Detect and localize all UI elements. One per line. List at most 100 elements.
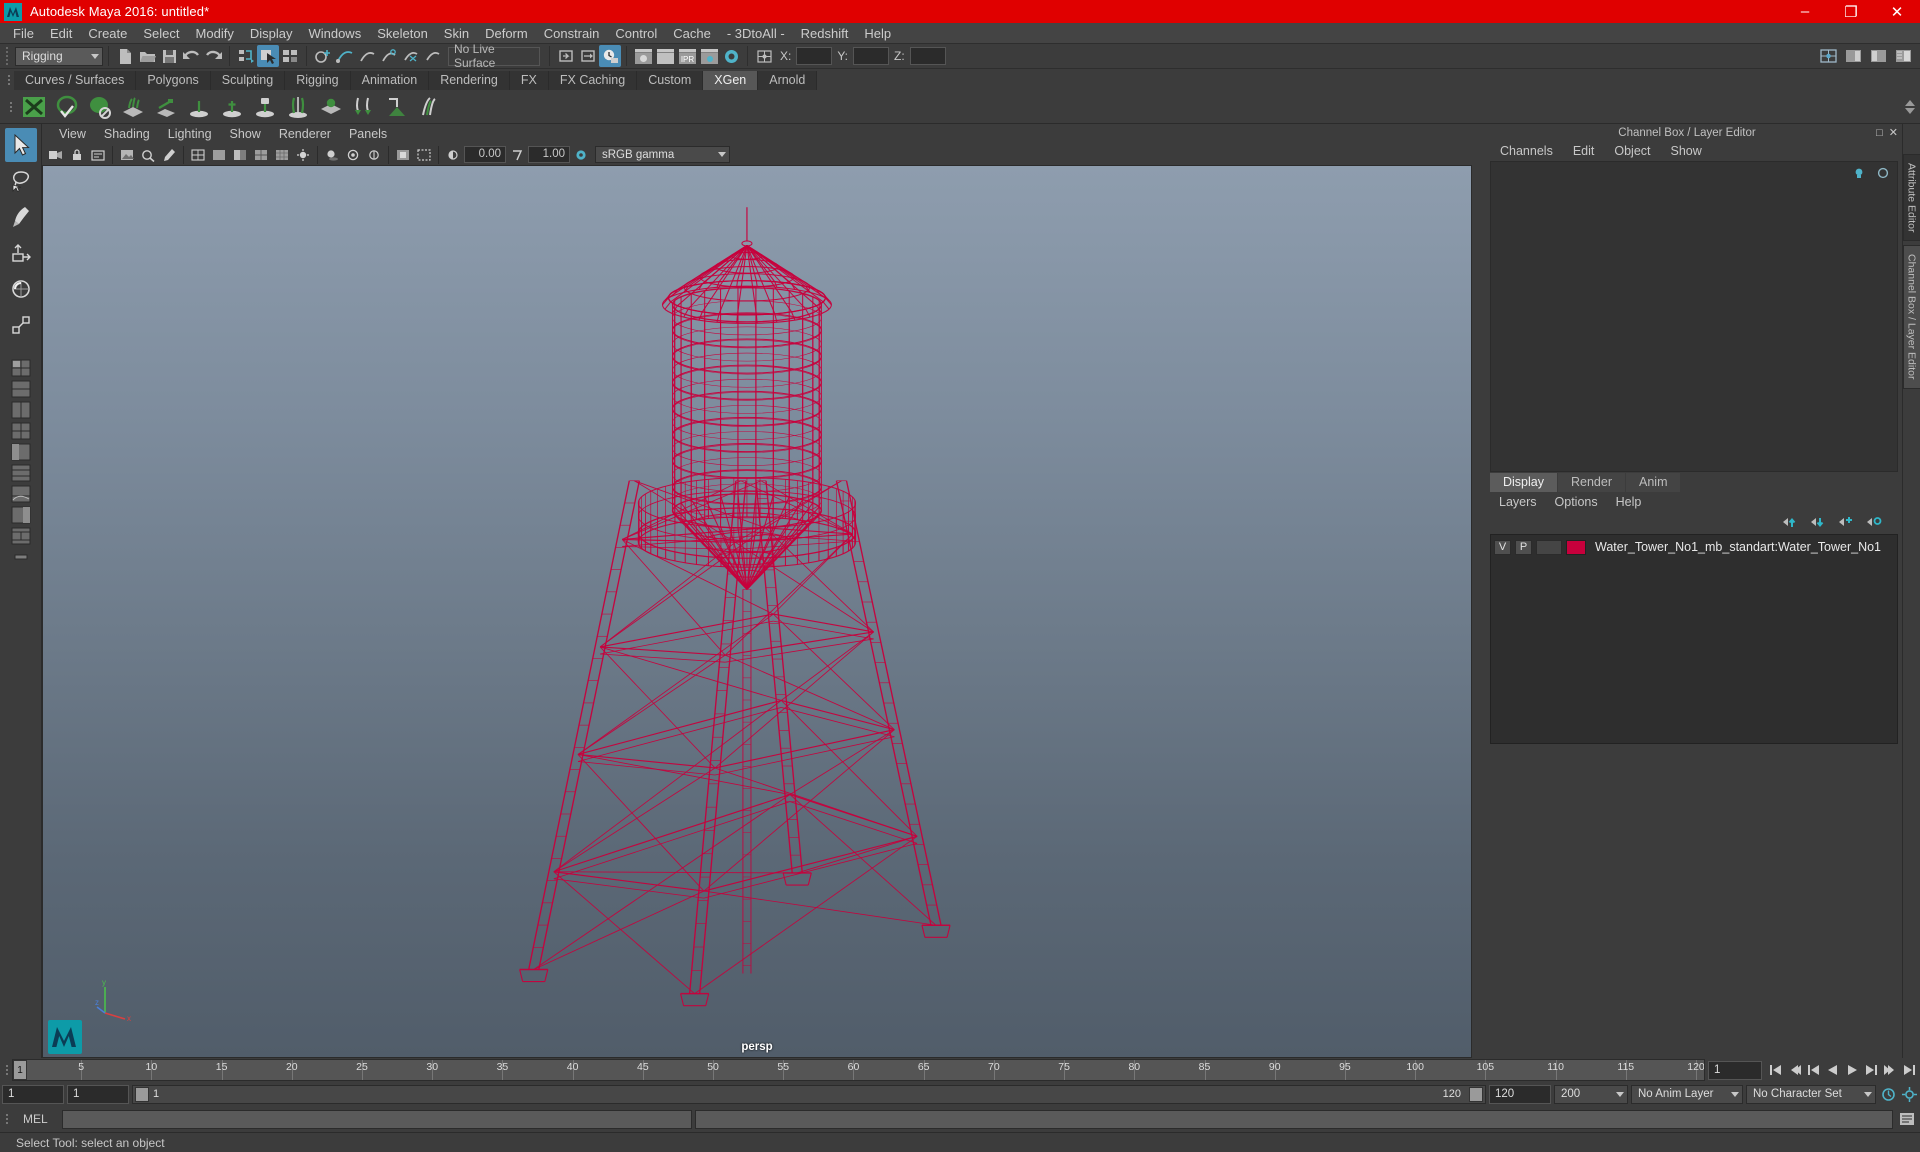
texture-display-icon[interactable] — [272, 145, 292, 165]
channelbox-menu-object[interactable]: Object — [1604, 144, 1660, 158]
open-scene-icon[interactable] — [136, 45, 158, 67]
layout-single-perspective-icon[interactable] — [7, 358, 35, 378]
save-scene-icon[interactable] — [158, 45, 180, 67]
menu-item-modify[interactable]: Modify — [188, 23, 242, 44]
select-by-object-type-icon[interactable] — [257, 45, 279, 67]
layout-persp-outliner-icon[interactable] — [7, 505, 35, 525]
live-surface-field[interactable]: No Live Surface — [448, 42, 540, 70]
menu-item-create[interactable]: Create — [80, 23, 135, 44]
snap-to-projected-center-icon[interactable] — [378, 45, 400, 67]
lasso-tool-icon[interactable] — [5, 164, 37, 198]
redo-icon[interactable] — [202, 45, 224, 67]
time-slider-grip[interactable] — [2, 1059, 12, 1081]
select-tool-icon[interactable] — [4, 128, 37, 162]
input-connections-icon[interactable] — [555, 45, 577, 67]
panel-menu-panels[interactable]: Panels — [340, 127, 396, 141]
shelf-tab-animation[interactable]: Animation — [350, 71, 430, 90]
xgen-clump-icon[interactable] — [415, 92, 445, 122]
water-tower-wireframe-model[interactable] — [43, 166, 1471, 1057]
menu-item-file[interactable]: File — [5, 23, 42, 44]
ipr-render-icon[interactable] — [654, 45, 676, 67]
play-backwards-icon[interactable] — [1824, 1060, 1842, 1080]
layout-two-panes-stacked-icon[interactable] — [7, 379, 35, 399]
playback-start-time-field[interactable]: 1 — [67, 1084, 129, 1104]
animation-preferences-icon[interactable] — [1879, 1084, 1897, 1104]
range-left-handle[interactable] — [135, 1086, 149, 1102]
new-scene-icon[interactable] — [114, 45, 136, 67]
render-current-frame-icon[interactable] — [632, 45, 654, 67]
channel-box-panel[interactable] — [1490, 161, 1898, 472]
layout-hypershade-persp-icon[interactable] — [7, 463, 35, 483]
use-all-lights-icon[interactable] — [293, 145, 313, 165]
isolate-select-icon[interactable] — [393, 145, 413, 165]
menu-item-deform[interactable]: Deform — [477, 23, 536, 44]
xgen-editor-icon[interactable] — [19, 92, 49, 122]
menu-item-cache[interactable]: Cache — [665, 23, 719, 44]
dock-close-icon[interactable]: ✕ — [1889, 126, 1898, 139]
panel-menu-view[interactable]: View — [50, 127, 95, 141]
shelf-tab-curves-surfaces[interactable]: Curves / Surfaces — [14, 71, 137, 90]
animation-settings-icon[interactable] — [1900, 1084, 1918, 1104]
coord-x-field[interactable] — [796, 47, 833, 65]
panel-menu-lighting[interactable]: Lighting — [159, 127, 221, 141]
layout-outliner-persp-icon[interactable] — [7, 442, 35, 462]
channelbox-menu-edit[interactable]: Edit — [1563, 144, 1605, 158]
menu-item-redshift[interactable]: Redshift — [793, 23, 857, 44]
channel-box-sphere-icon[interactable] — [1875, 166, 1891, 180]
step-forward-frame-icon[interactable] — [1881, 1060, 1899, 1080]
toolbar-grip[interactable] — [2, 45, 11, 67]
layer-tab-display[interactable]: Display — [1490, 472, 1557, 492]
script-editor-icon[interactable] — [1896, 1109, 1918, 1129]
move-tool-icon[interactable] — [5, 236, 37, 270]
select-by-hierarchy-icon[interactable] — [235, 45, 257, 67]
quick-layout-more-icon[interactable] — [7, 547, 35, 567]
wireframe-shading-icon[interactable] — [188, 145, 208, 165]
construction-history-icon[interactable] — [599, 45, 621, 67]
smooth-shade-selected-icon[interactable] — [230, 145, 250, 165]
layer-playback-toggle[interactable]: P — [1515, 539, 1532, 555]
color-management-icon[interactable] — [571, 145, 591, 165]
shadows-icon[interactable] — [322, 145, 342, 165]
range-right-handle[interactable] — [1469, 1086, 1483, 1102]
step-back-key-icon[interactable] — [1805, 1060, 1823, 1080]
move-layer-down-icon[interactable] — [1810, 516, 1826, 530]
step-back-frame-icon[interactable] — [1786, 1060, 1804, 1080]
rotate-tool-icon[interactable] — [5, 272, 37, 306]
hypershade-icon[interactable] — [720, 45, 742, 67]
layer-menu-help[interactable]: Help — [1607, 495, 1651, 509]
snap-to-point-icon[interactable] — [356, 45, 378, 67]
layout-four-panes-icon[interactable] — [7, 421, 35, 441]
menu-item-edit[interactable]: Edit — [42, 23, 80, 44]
xray-icon[interactable] — [414, 145, 434, 165]
select-camera-icon[interactable] — [46, 145, 66, 165]
shelf-grip[interactable] — [4, 69, 14, 90]
channel-box-bulb-icon[interactable] — [1851, 166, 1867, 180]
undo-icon[interactable] — [180, 45, 202, 67]
coord-z-field[interactable] — [909, 47, 946, 65]
snap-to-grid-icon[interactable] — [312, 45, 334, 67]
shelf-tab-arnold[interactable]: Arnold — [758, 71, 818, 90]
layer-tab-anim[interactable]: Anim — [1626, 472, 1681, 492]
go-to-end-icon[interactable] — [1900, 1060, 1918, 1080]
select-by-component-type-icon[interactable] — [279, 45, 301, 67]
character-set-combo[interactable]: No Character Set — [1746, 1084, 1876, 1104]
grease-pencil-icon[interactable] — [159, 145, 179, 165]
image-plane-icon[interactable] — [117, 145, 137, 165]
xgen-guide-icon[interactable] — [151, 92, 181, 122]
ipr-refresh-icon[interactable]: IPR — [676, 45, 698, 67]
command-line-grip[interactable] — [2, 1108, 12, 1130]
vertical-tab-channel-box-layer-editor[interactable]: Channel Box / Layer Editor — [1902, 245, 1920, 389]
gamma-field[interactable]: 1.00 — [528, 146, 570, 163]
command-output-field[interactable] — [695, 1109, 1893, 1129]
xgen-groom-icon[interactable] — [118, 92, 148, 122]
command-language-label[interactable]: MEL — [15, 1112, 59, 1126]
shaded-and-wireframe-icon[interactable] — [251, 145, 271, 165]
show-hide-modeling-toolkit-icon[interactable] — [1817, 45, 1839, 67]
scale-tool-icon[interactable] — [5, 308, 37, 342]
create-new-layer-icon[interactable] — [1838, 516, 1854, 530]
lock-camera-icon[interactable] — [67, 145, 87, 165]
exposure-icon[interactable] — [443, 145, 463, 165]
exposure-field[interactable]: 0.00 — [464, 146, 506, 163]
perspective-viewport[interactable]: persp y x z — [42, 166, 1472, 1058]
layer-visibility-toggle[interactable]: V — [1494, 539, 1511, 555]
